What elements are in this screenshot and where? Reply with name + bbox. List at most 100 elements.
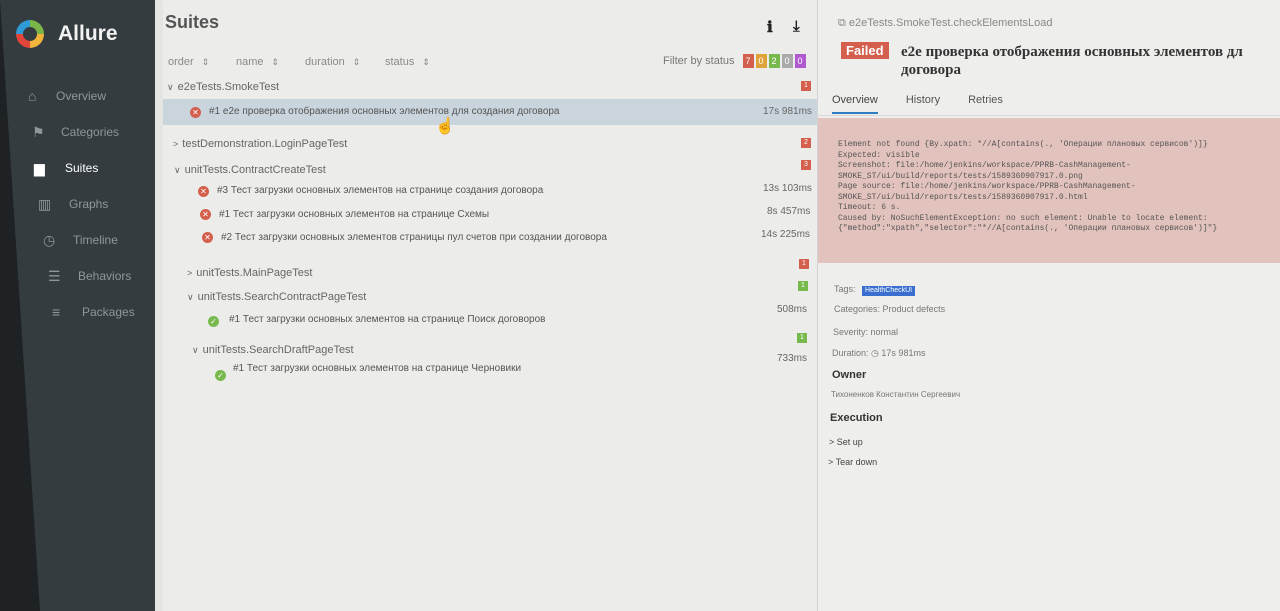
error-line: Page source: file:/home/jenkins/workspac… bbox=[838, 182, 1136, 191]
duration-value: 17s 981ms bbox=[881, 348, 926, 358]
suite-group[interactable]: ∨ unitTests.SearchDraftPageTest 1 bbox=[163, 333, 817, 356]
test-title: #3 Тест загрузки основных элементов на с… bbox=[217, 185, 544, 196]
column-label: status bbox=[385, 56, 415, 68]
page-title: Suites bbox=[165, 12, 220, 32]
suite-name: unitTests.MainPageTest bbox=[196, 267, 313, 279]
status-badge: Failed bbox=[841, 42, 889, 59]
failed-icon: ✕ bbox=[198, 186, 209, 197]
owner-name: Тихоненков Константин Сергеевич bbox=[831, 390, 961, 399]
suite-group[interactable]: ∨ e2eTests.SmokeTest 1 bbox=[163, 81, 817, 95]
test-duration: 733ms bbox=[777, 353, 808, 364]
sidebar-item-label: Suites bbox=[65, 161, 99, 175]
sidebar-item-label: Behaviors bbox=[78, 269, 132, 283]
error-line: {"method":"xpath","selector":"*//A[conta… bbox=[838, 224, 1218, 233]
teardown-section[interactable]: > Tear down bbox=[828, 457, 877, 467]
download-icon[interactable]: ⤓ bbox=[793, 18, 800, 35]
owner-heading: Owner bbox=[832, 369, 867, 381]
chevron-down-icon: ∨ bbox=[187, 292, 194, 302]
filter-broken-chip[interactable]: 0 bbox=[755, 54, 767, 68]
passed-icon: ✓ bbox=[208, 316, 219, 327]
categories-value: Product defects bbox=[882, 304, 946, 314]
test-title: e2e проверка отображения основных элемен… bbox=[901, 43, 1280, 79]
test-title-line: e2e проверка отображения основных элемен… bbox=[901, 44, 1243, 60]
copy-icon[interactable]: ⧉ bbox=[838, 17, 849, 29]
filter-passed-chip[interactable]: 2 bbox=[768, 54, 780, 68]
test-row[interactable]: ✕ #1 Тест загрузки основных элементов на… bbox=[163, 206, 817, 226]
tab-retries[interactable]: Retries bbox=[968, 94, 1003, 114]
suite-group[interactable]: ∨ unitTests.SearchContractPageTest 1 bbox=[163, 281, 817, 303]
categories-label: Categories: bbox=[834, 304, 881, 314]
sort-icon: ⇕ bbox=[422, 57, 430, 67]
mouse-cursor-icon: ☝ bbox=[435, 118, 455, 135]
bar-chart-icon: ▥ bbox=[38, 196, 52, 212]
clock-icon: ◷ bbox=[43, 232, 56, 248]
error-line: Caused by: NoSuchElementException: no su… bbox=[838, 213, 1208, 223]
chevron-down-icon: ∨ bbox=[174, 165, 181, 175]
sidebar-item-label: Timeline bbox=[73, 233, 118, 247]
suite-name: unitTests.ContractCreateTest bbox=[184, 164, 326, 176]
sort-name[interactable]: name ⇕ bbox=[236, 56, 279, 68]
column-label: duration bbox=[305, 56, 345, 68]
failed-icon: ✕ bbox=[202, 232, 213, 243]
severity-label: Severity: bbox=[833, 327, 869, 337]
filter-failed-chip[interactable]: 7 bbox=[742, 54, 754, 68]
filter-skipped-chip[interactable]: 0 bbox=[781, 54, 793, 68]
sort-icon: ⇕ bbox=[352, 57, 361, 67]
failed-count-badge: 1 bbox=[801, 81, 811, 91]
sort-icon: ⇕ bbox=[201, 57, 210, 67]
tab-overview[interactable]: Overview bbox=[832, 94, 878, 114]
sidebar-item-label: Categories bbox=[61, 125, 120, 139]
suite-name: e2eTests.SmokeTest bbox=[177, 81, 280, 93]
sidebar-shadow bbox=[0, 0, 40, 611]
test-title: #1 Тест загрузки основных элементов на с… bbox=[233, 363, 522, 374]
app-name: Allure bbox=[58, 22, 118, 45]
column-label: name bbox=[236, 56, 264, 68]
execution-item-label: Set up bbox=[836, 437, 863, 447]
test-row[interactable]: ✕ #1 e2e проверка отображения основных э… bbox=[163, 99, 817, 125]
test-title: #1 Тест загрузки основных элементов на с… bbox=[229, 314, 546, 325]
sort-order[interactable]: order ⇕ bbox=[168, 56, 209, 68]
test-duration: 13s 103ms bbox=[763, 183, 812, 194]
list-icon: ☰ bbox=[48, 268, 61, 284]
tab-history[interactable]: History bbox=[906, 94, 940, 114]
test-duration: 508ms bbox=[777, 304, 808, 315]
suite-group[interactable]: > unitTests.MainPageTest 1 bbox=[163, 258, 817, 279]
suite-name: testDemonstration.LoginPageTest bbox=[182, 138, 348, 150]
test-row[interactable]: ✕ #3 Тест загрузки основных элементов на… bbox=[163, 182, 817, 202]
error-line: SMOKE_ST/ui/build/reports/tests/15893609… bbox=[838, 171, 1083, 181]
test-row[interactable]: ✓ #1 Тест загрузки основных элементов на… bbox=[163, 303, 817, 327]
test-title-line: договора bbox=[901, 62, 961, 78]
detail-tabs: Overview History Retries bbox=[832, 94, 1031, 114]
setup-section[interactable]: > Set up bbox=[829, 437, 863, 447]
pane-divider[interactable] bbox=[155, 0, 163, 611]
sort-status[interactable]: status ⇕ bbox=[385, 56, 430, 68]
tag-badge[interactable]: HealthCheckUI bbox=[862, 286, 916, 296]
severity-row: Severity: normal bbox=[833, 327, 898, 337]
test-path: e2eTests.SmokeTest.checkElementsLoad bbox=[848, 17, 1053, 29]
tabs-divider bbox=[818, 115, 1280, 116]
status-filter: Filter by status 7 0 2 0 0 bbox=[663, 54, 806, 68]
filter-unknown-chip[interactable]: 0 bbox=[794, 54, 806, 68]
duration-row: Duration: ◷ 17s 981ms bbox=[832, 348, 925, 359]
test-title: #1 e2e проверка отображения основных эле… bbox=[209, 106, 560, 117]
passed-icon: ✓ bbox=[215, 370, 226, 381]
sort-duration[interactable]: duration ⇕ bbox=[305, 56, 360, 68]
test-row[interactable]: ✕ #2 Тест загрузки основных элементов ст… bbox=[163, 229, 817, 249]
categories-row: Categories: Product defects bbox=[834, 304, 945, 314]
severity-value: normal bbox=[870, 327, 899, 337]
sidebar-item-label: Packages bbox=[82, 305, 135, 319]
suite-group[interactable]: ∨ unitTests.ContractCreateTest 3 bbox=[163, 160, 817, 176]
clock-icon: ◷ bbox=[871, 348, 879, 358]
error-line: Element not found {By.xpath: *//A[contai… bbox=[838, 140, 1208, 149]
error-message: Element not found {By.xpath: *//A[contai… bbox=[838, 140, 1217, 235]
suite-group[interactable]: > testDemonstration.LoginPageTest 2 bbox=[163, 138, 817, 152]
passed-count-badge: 1 bbox=[797, 333, 807, 343]
suites-pane: Suites ℹ ⤓ order ⇕ name ⇕ duration ⇕ status… bbox=[163, 0, 817, 611]
test-duration: 17s 981ms bbox=[763, 106, 812, 117]
tags-row: Tags: HealthCheckUI bbox=[834, 284, 916, 296]
test-detail-pane: ⧉ e2eTests.SmokeTest.checkElementsLoad F… bbox=[817, 0, 1280, 611]
chevron-right-icon: > bbox=[828, 457, 836, 467]
sidebar: Allure ⌂ Overview ⚑ Categories ▆ Suites … bbox=[0, 0, 155, 611]
info-icon[interactable]: ℹ bbox=[767, 18, 773, 36]
test-row[interactable]: ✓ #1 Тест загрузки основных элементов на… bbox=[163, 353, 817, 381]
